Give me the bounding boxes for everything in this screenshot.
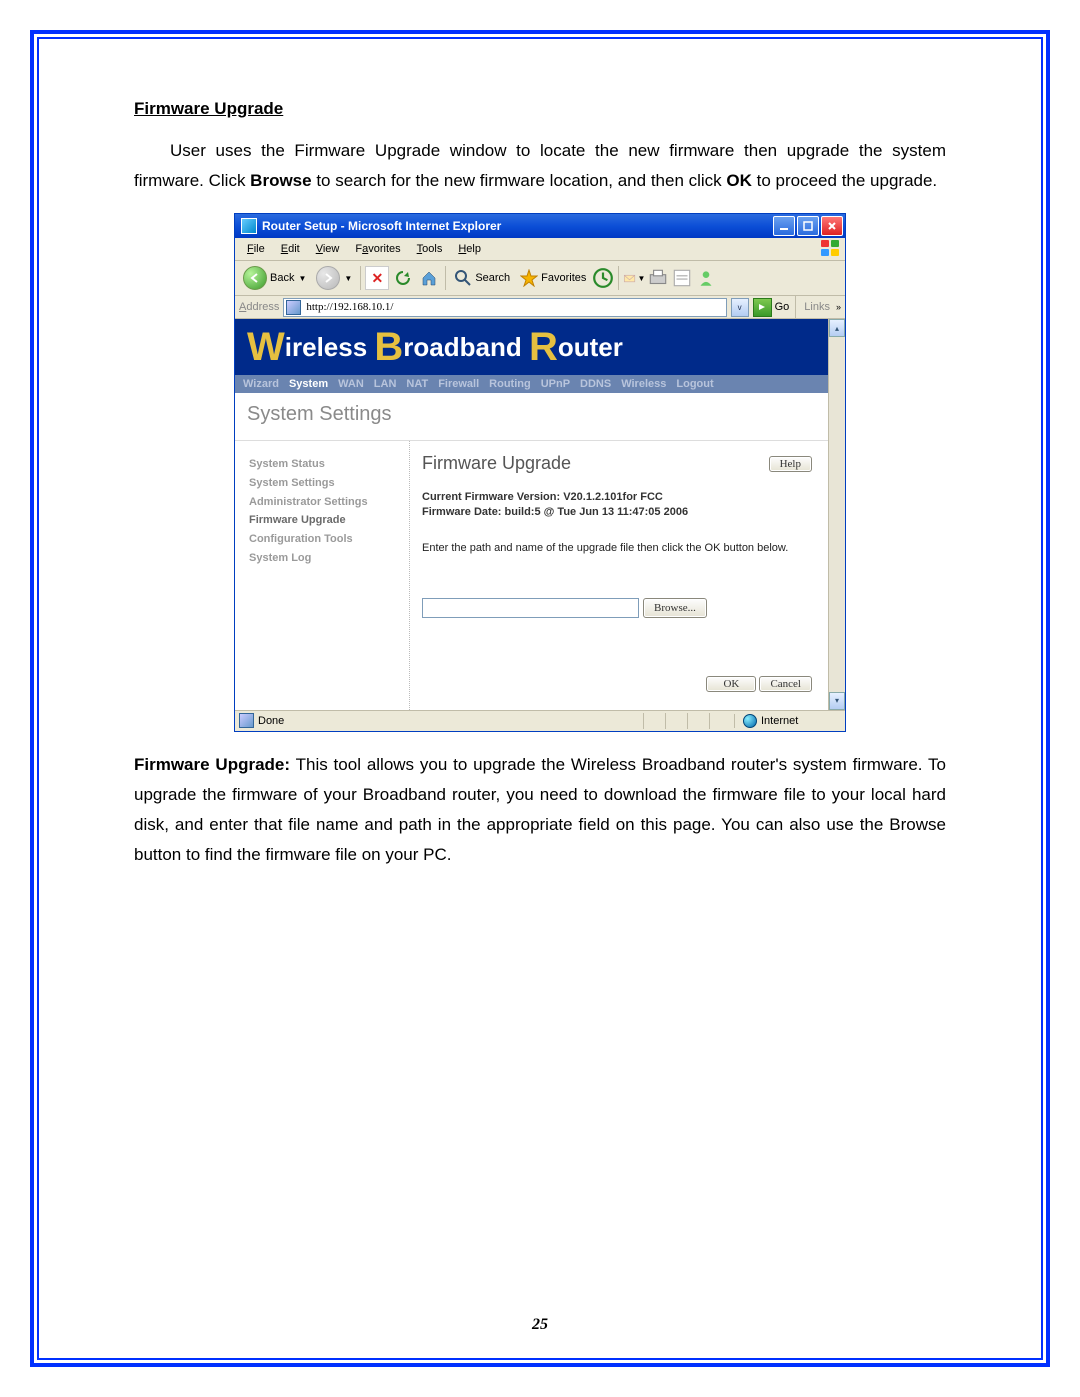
mail-button[interactable]: ▼ — [623, 267, 645, 289]
intro-paragraph: User uses the Firmware Upgrade window to… — [134, 136, 946, 196]
edit-icon — [671, 267, 693, 289]
forward-button[interactable]: ▼ — [312, 264, 356, 292]
go-icon — [753, 298, 772, 317]
refresh-icon — [394, 269, 412, 287]
history-icon — [592, 267, 614, 289]
sidebar: System Status System Settings Administra… — [235, 441, 410, 710]
status-page-icon — [239, 713, 254, 728]
page-icon — [286, 300, 301, 315]
refresh-button[interactable] — [391, 266, 415, 290]
description-paragraph: Firmware Upgrade: This tool allows you t… — [134, 750, 946, 870]
address-bar: Address v Go Links » — [235, 296, 845, 319]
close-button[interactable] — [821, 216, 843, 236]
stop-button[interactable]: ✕ — [365, 266, 389, 290]
menu-favorites[interactable]: Favorites — [347, 241, 408, 257]
address-box[interactable] — [283, 298, 726, 317]
minimize-button[interactable] — [773, 216, 795, 236]
menu-view[interactable]: View — [308, 241, 348, 257]
favorites-button[interactable]: Favorites — [516, 267, 590, 289]
nav-upnp[interactable]: UPnP — [541, 378, 570, 390]
ie-window: Router Setup - Microsoft Internet Explor… — [234, 213, 846, 732]
security-zone: Internet — [734, 714, 841, 728]
vertical-scrollbar[interactable]: ▴ ▾ — [828, 319, 845, 710]
nav-wizard[interactable]: Wizard — [243, 378, 279, 390]
cancel-button[interactable]: Cancel — [759, 676, 812, 692]
windows-flag-icon — [821, 240, 841, 258]
menu-tools[interactable]: Tools — [409, 241, 451, 257]
messenger-button[interactable] — [695, 267, 717, 289]
back-button[interactable]: Back ▼ — [239, 264, 310, 292]
menu-bar: File Edit View Favorites Tools Help — [235, 238, 845, 261]
nav-wireless[interactable]: Wireless — [621, 378, 666, 390]
sidebar-item-system-settings[interactable]: System Settings — [249, 474, 399, 493]
nav-nat[interactable]: NAT — [406, 378, 428, 390]
menu-file[interactable]: File — [239, 241, 273, 257]
main-panel: Firmware Upgrade Help Current Firmware V… — [410, 441, 828, 710]
links-chevron-icon[interactable]: » — [836, 302, 841, 312]
nav-logout[interactable]: Logout — [676, 378, 713, 390]
menu-help[interactable]: Help — [450, 241, 489, 257]
status-text: Done — [258, 715, 284, 727]
browse-button[interactable]: Browse... — [643, 598, 707, 618]
edit-button[interactable] — [671, 267, 693, 289]
address-dropdown[interactable]: v — [731, 298, 749, 317]
mail-icon — [623, 272, 636, 285]
firmware-version: Current Firmware Version: V20.1.2.101for… — [422, 490, 812, 505]
toolbar: Back ▼ ▼ ✕ Search — [235, 261, 845, 296]
section-title: Firmware Upgrade — [134, 99, 946, 119]
help-button[interactable]: Help — [769, 456, 812, 472]
menu-edit[interactable]: Edit — [273, 241, 308, 257]
home-icon — [420, 269, 438, 287]
sidebar-item-firmware-upgrade[interactable]: Firmware Upgrade — [249, 511, 399, 530]
sidebar-item-configuration-tools[interactable]: Configuration Tools — [249, 530, 399, 549]
router-nav: Wizard System WAN LAN NAT Firewall Routi… — [235, 375, 828, 393]
nav-wan[interactable]: WAN — [338, 378, 364, 390]
internet-zone-icon — [743, 714, 757, 728]
links-label[interactable]: Links — [802, 301, 832, 313]
scroll-up-button[interactable]: ▴ — [829, 319, 845, 337]
search-button[interactable]: Search — [450, 267, 514, 289]
section-header: System Settings — [235, 393, 828, 441]
ie-icon — [241, 218, 257, 234]
back-icon — [243, 266, 267, 290]
messenger-icon — [695, 267, 717, 289]
sidebar-item-system-status[interactable]: System Status — [249, 455, 399, 474]
status-bar: Done Internet — [235, 710, 845, 731]
upgrade-instruction: Enter the path and name of the upgrade f… — [422, 542, 812, 554]
nav-firewall[interactable]: Firewall — [438, 378, 479, 390]
forward-icon — [316, 266, 340, 290]
nav-routing[interactable]: Routing — [489, 378, 531, 390]
history-button[interactable] — [592, 267, 614, 289]
sidebar-item-system-log[interactable]: System Log — [249, 549, 399, 568]
firmware-date: Firmware Date: build:5 @ Tue Jun 13 11:4… — [422, 505, 812, 520]
maximize-button[interactable] — [797, 216, 819, 236]
ok-button[interactable]: OK — [706, 676, 756, 692]
print-icon — [647, 267, 669, 289]
title-bar: Router Setup - Microsoft Internet Explor… — [235, 214, 845, 238]
nav-system[interactable]: System — [289, 378, 328, 390]
page-number: 25 — [39, 1316, 1041, 1334]
go-button[interactable]: Go — [753, 298, 790, 317]
router-banner: Wireless Broadband Router — [235, 319, 828, 375]
nav-lan[interactable]: LAN — [374, 378, 397, 390]
address-label: Address — [239, 301, 279, 313]
search-icon — [454, 269, 472, 287]
file-path-input[interactable] — [422, 598, 639, 618]
router-page: Wireless Broadband Router Wizard System … — [235, 319, 828, 710]
home-button[interactable] — [417, 266, 441, 290]
print-button[interactable] — [647, 267, 669, 289]
star-icon — [520, 269, 538, 287]
sidebar-item-administrator-settings[interactable]: Administrator Settings — [249, 493, 399, 512]
window-title: Router Setup - Microsoft Internet Explor… — [262, 219, 773, 233]
panel-title: Firmware Upgrade — [422, 453, 769, 474]
nav-ddns[interactable]: DDNS — [580, 378, 611, 390]
scroll-down-button[interactable]: ▾ — [829, 692, 845, 710]
url-input[interactable] — [304, 300, 723, 314]
